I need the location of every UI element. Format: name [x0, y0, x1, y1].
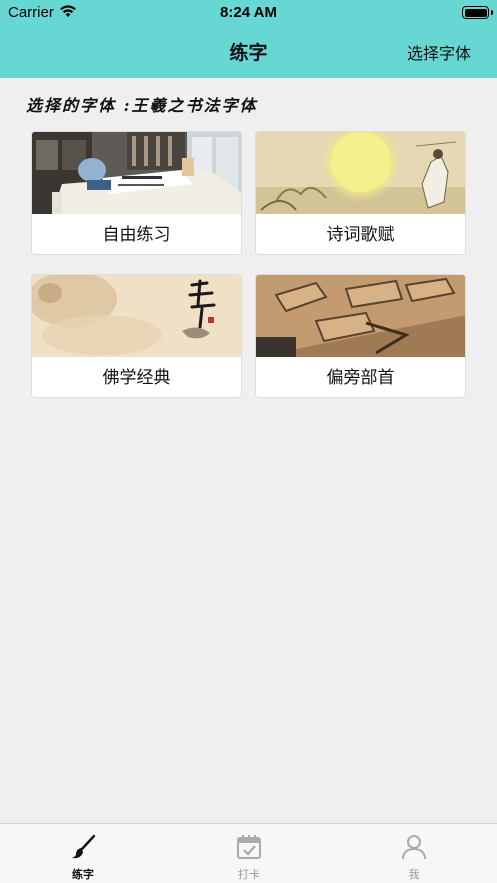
moon-poet-painting-image [256, 132, 465, 214]
card-poetry[interactable]: 诗词歌赋 [255, 131, 466, 255]
zen-calligraphy-image [32, 275, 241, 357]
card-free-practice[interactable]: 自由练习 [31, 131, 242, 255]
tab-label: 我 [408, 868, 420, 881]
tab-bar: 练字 打卡 我 [0, 823, 497, 883]
brush-icon [69, 833, 97, 861]
person-icon [400, 833, 428, 861]
tab-practice[interactable]: 练字 [0, 824, 166, 883]
status-bar: Carrier 8:24 AM [0, 0, 497, 26]
card-radicals[interactable]: 偏旁部首 [255, 274, 466, 398]
card-label: 佛学经典 [32, 357, 241, 397]
tab-check-in[interactable]: 打卡 [166, 824, 332, 883]
tab-me[interactable]: 我 [331, 824, 497, 883]
wooden-radical-blocks-image [256, 275, 465, 357]
card-label: 自由练习 [32, 214, 241, 254]
calendar-check-icon [235, 833, 263, 861]
card-label: 偏旁部首 [256, 357, 465, 397]
card-buddhist-classics[interactable]: 佛学经典 [31, 274, 242, 398]
choose-font-button[interactable]: 选择字体 [407, 40, 471, 64]
desk-scene-image [32, 132, 241, 214]
battery-icon [462, 6, 489, 19]
tab-label: 打卡 [238, 868, 260, 881]
tab-label: 练字 [72, 868, 94, 881]
status-time: 8:24 AM [220, 4, 277, 21]
navigation-bar: 练字 选择字体 [0, 26, 497, 78]
selected-font-label: 选择的字体 :王羲之书法字体 [26, 96, 258, 115]
card-label: 诗词歌赋 [256, 214, 465, 254]
